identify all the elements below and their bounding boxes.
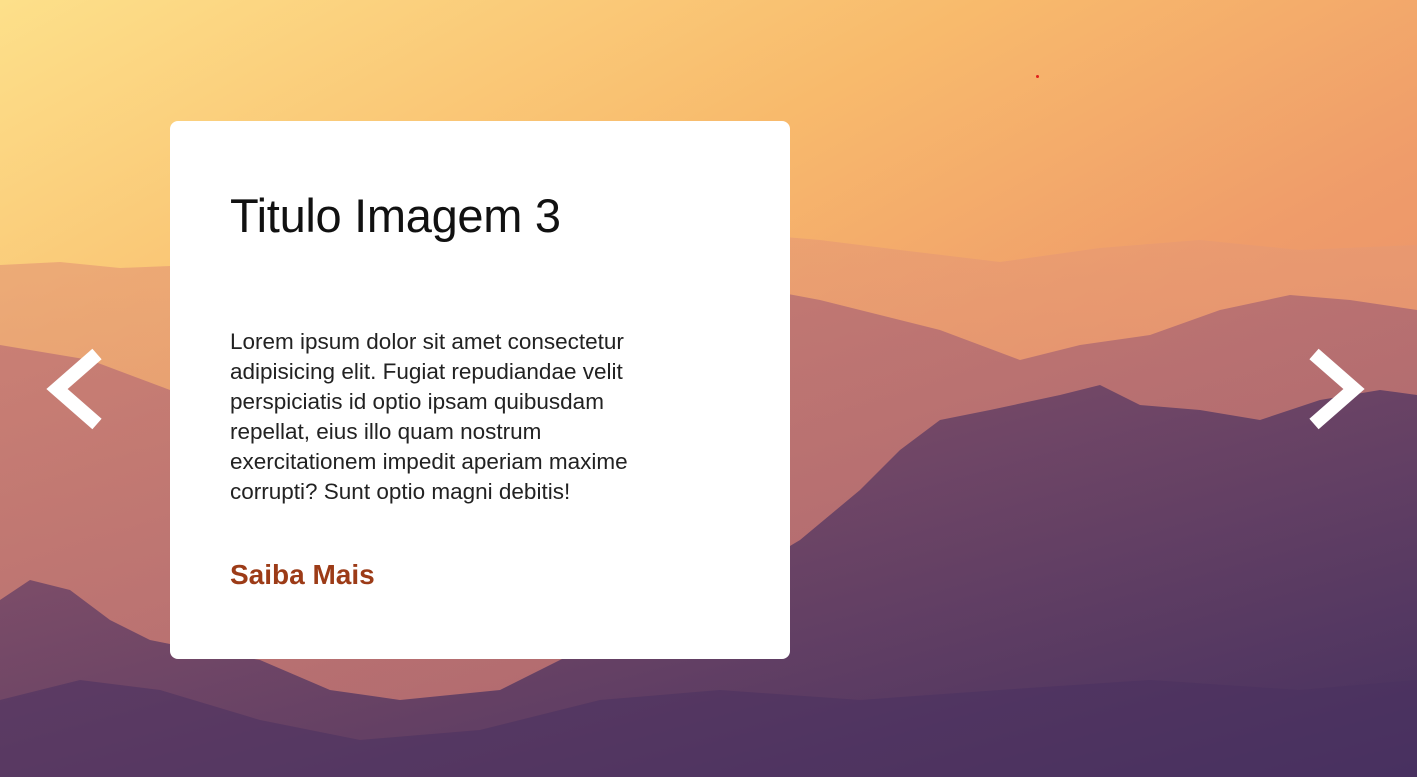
next-slide-button[interactable] bbox=[1306, 348, 1366, 430]
saiba-mais-link[interactable]: Saiba Mais bbox=[230, 557, 375, 593]
slide-description: Lorem ipsum dolor sit amet consectetur a… bbox=[230, 329, 628, 504]
previous-slide-button[interactable] bbox=[45, 348, 105, 430]
chevron-right-icon bbox=[1309, 348, 1365, 430]
marker-dot bbox=[1036, 75, 1039, 78]
slide-title: Titulo Imagem 3 bbox=[230, 189, 561, 242]
chevron-left-icon bbox=[46, 348, 102, 430]
slide-card: Titulo Imagem 3 Lorem ipsum dolor sit am… bbox=[170, 121, 790, 659]
hero-slider: Titulo Imagem 3 Lorem ipsum dolor sit am… bbox=[0, 0, 1417, 777]
